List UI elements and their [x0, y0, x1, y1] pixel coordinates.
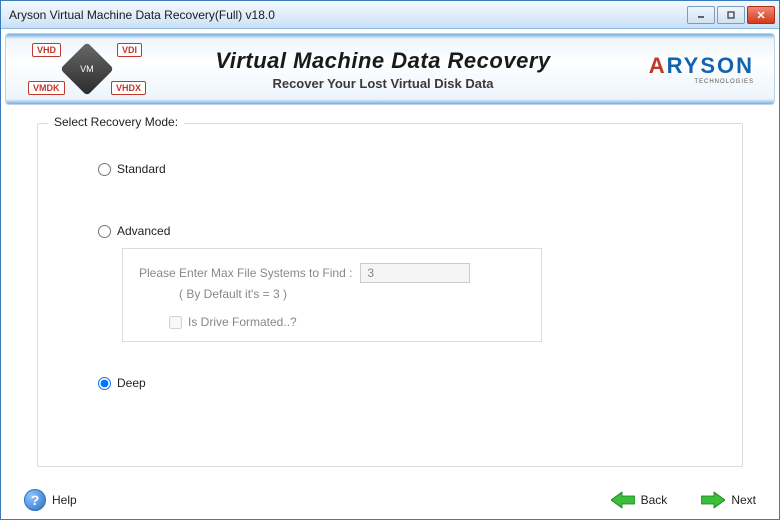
footer-bar: ? Help Back Next — [0, 480, 780, 520]
cube-icon: VM — [60, 42, 114, 96]
format-tag-vhd: VHD — [32, 43, 61, 57]
drive-formatted-label: Is Drive Formated..? — [188, 315, 297, 329]
radio-deep-label: Deep — [117, 376, 146, 390]
help-label: Help — [52, 493, 77, 507]
radio-standard[interactable]: Standard — [98, 162, 718, 176]
radio-advanced[interactable]: Advanced — [98, 224, 718, 238]
next-label: Next — [731, 493, 756, 507]
radio-deep-input[interactable] — [98, 377, 111, 390]
radio-standard-label: Standard — [117, 162, 166, 176]
banner-text: Virtual Machine Data Recovery Recover Yo… — [162, 48, 604, 91]
radio-advanced-label: Advanced — [117, 224, 170, 238]
brand-logo: ARYSON TECHNOLOGIES — [604, 53, 754, 85]
max-fs-label: Please Enter Max File Systems to Find : — [139, 266, 352, 280]
help-button[interactable]: ? Help — [20, 487, 81, 513]
format-tag-vhdx: VHDX — [111, 81, 146, 95]
title-bar: Aryson Virtual Machine Data Recovery(Ful… — [1, 1, 779, 29]
next-button[interactable]: Next — [697, 489, 760, 511]
format-tag-vdi: VDI — [117, 43, 142, 57]
arrow-right-icon — [701, 491, 725, 509]
back-button[interactable]: Back — [607, 489, 672, 511]
radio-deep[interactable]: Deep — [98, 376, 718, 390]
brand-name: ARYSON — [604, 53, 754, 79]
minimize-button[interactable] — [687, 6, 715, 24]
close-button[interactable] — [747, 6, 775, 24]
brand-subtitle: TECHNOLOGIES — [604, 79, 754, 85]
maximize-button[interactable] — [717, 6, 745, 24]
window-controls — [687, 6, 775, 24]
radio-advanced-input[interactable] — [98, 225, 111, 238]
window-title: Aryson Virtual Machine Data Recovery(Ful… — [9, 8, 687, 22]
product-cube-logo: VHD VDI VM VMDK VHDX — [12, 39, 162, 99]
max-fs-default-note: ( By Default it's = 3 ) — [179, 287, 525, 301]
format-tag-vmdk: VMDK — [28, 81, 65, 95]
max-fs-input — [360, 263, 470, 283]
advanced-sub-panel: Please Enter Max File Systems to Find : … — [122, 248, 542, 342]
arrow-left-icon — [611, 491, 635, 509]
help-icon: ? — [24, 489, 46, 511]
banner-title: Virtual Machine Data Recovery — [162, 48, 604, 74]
header-banner: VHD VDI VM VMDK VHDX Virtual Machine Dat… — [5, 33, 775, 105]
back-label: Back — [641, 493, 668, 507]
drive-formatted-row: Is Drive Formated..? — [169, 315, 525, 329]
banner-subtitle: Recover Your Lost Virtual Disk Data — [162, 76, 604, 91]
recovery-mode-fieldset: Select Recovery Mode: Standard Advanced … — [37, 123, 743, 467]
fieldset-legend: Select Recovery Mode: — [48, 115, 184, 129]
drive-formatted-checkbox — [169, 316, 182, 329]
radio-standard-input[interactable] — [98, 163, 111, 176]
